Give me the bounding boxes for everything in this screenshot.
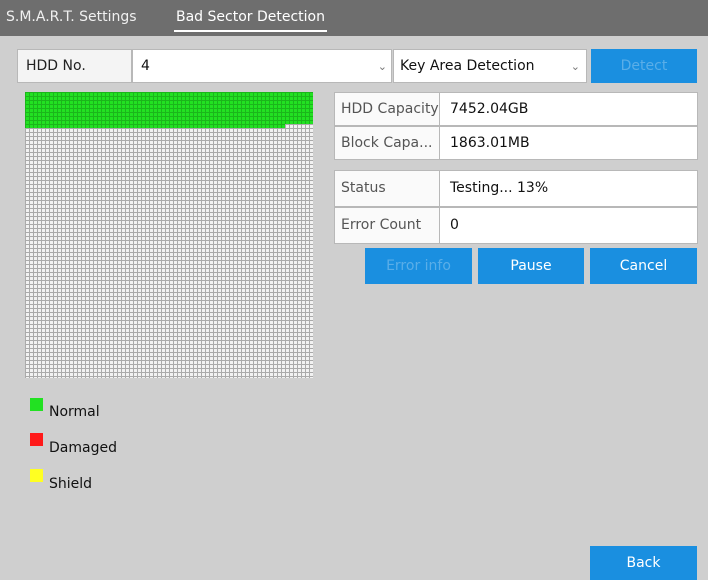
chevron-down-icon: ⌄	[377, 60, 387, 73]
legend-damaged: Damaged	[49, 440, 117, 456]
error-count-label: Error Count	[341, 217, 422, 233]
chevron-down-icon: ⌄	[570, 60, 580, 73]
hdd-no-label-box: HDD No.	[17, 49, 132, 83]
error-count-label-cell: Error Count	[334, 207, 440, 244]
hdd-no-label: HDD No.	[26, 58, 86, 74]
hdd-capacity-label: HDD Capacity	[341, 101, 439, 117]
block-capacity-value-cell: 1863.01MB	[439, 126, 698, 160]
normal-swatch	[30, 398, 43, 411]
tested-sectors-partial-row	[25, 124, 285, 128]
hdd-no-select[interactable]: 4 ⌄	[132, 49, 392, 83]
detection-type-select[interactable]: Key Area Detection ⌄	[393, 49, 587, 83]
error-info-button[interactable]: Error info	[365, 248, 472, 284]
pause-button[interactable]: Pause	[478, 248, 584, 284]
status-value-cell: Testing... 13%	[439, 170, 698, 207]
tab-smart-settings[interactable]: S.M.A.R.T. Settings	[6, 0, 137, 36]
damaged-swatch	[30, 433, 43, 446]
shield-swatch	[30, 469, 43, 482]
legend-shield: Shield	[49, 476, 93, 492]
detection-type-value: Key Area Detection	[400, 58, 535, 74]
block-capacity-label-cell: Block Capa...	[334, 126, 440, 160]
hdd-no-value: 4	[141, 58, 150, 74]
detect-button[interactable]: Detect	[591, 49, 697, 83]
error-count-value: 0	[450, 217, 459, 233]
sector-grid	[25, 92, 313, 378]
tab-bar: S.M.A.R.T. Settings Bad Sector Detection	[0, 0, 708, 36]
cancel-button[interactable]: Cancel	[590, 248, 697, 284]
hdd-capacity-value-cell: 7452.04GB	[439, 92, 698, 126]
tab-bad-sector-detection[interactable]: Bad Sector Detection	[174, 0, 327, 36]
status-label-cell: Status	[334, 170, 440, 207]
hdd-capacity-value: 7452.04GB	[450, 101, 529, 117]
error-count-value-cell: 0	[439, 207, 698, 244]
legend-normal: Normal	[49, 404, 100, 420]
status-label: Status	[341, 180, 386, 196]
status-value: Testing... 13%	[450, 180, 549, 196]
tested-sectors-full-rows	[25, 92, 313, 124]
sector-map	[25, 92, 313, 378]
block-capacity-label: Block Capa...	[341, 135, 433, 151]
block-capacity-value: 1863.01MB	[450, 135, 530, 151]
hdd-capacity-label-cell: HDD Capacity	[334, 92, 440, 126]
back-button[interactable]: Back	[590, 546, 697, 580]
